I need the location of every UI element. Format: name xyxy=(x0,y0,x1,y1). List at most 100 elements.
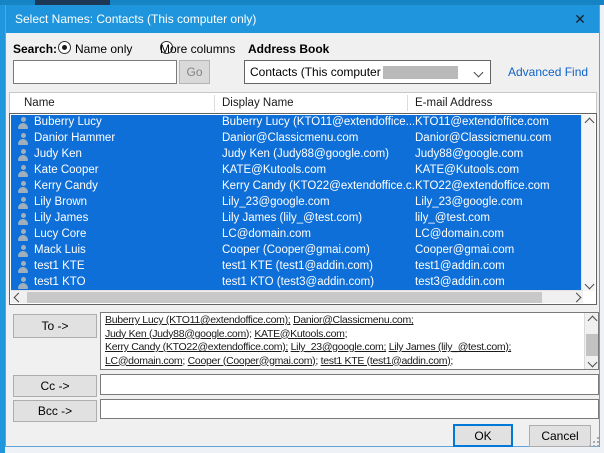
recipient-entry[interactable]: test1 KTE (test1@addin.com); xyxy=(321,355,453,367)
select-names-dialog: Select Names: Contacts (This computer on… xyxy=(5,5,600,447)
advanced-find-link[interactable]: Advanced Find xyxy=(508,65,588,79)
contact-name: Buberry Lucy xyxy=(34,116,220,128)
contact-row[interactable]: test1 KTOtest1 KTO (test3@addin.com)test… xyxy=(11,275,583,291)
contact-row[interactable]: Judy KenJudy Ken (Judy88@google.com)Judy… xyxy=(11,147,583,163)
recipient-entry[interactable]: Kerry Candy (KTO22@extendoffice.com); xyxy=(105,341,288,353)
to-line: Buberry Lucy (KTO11@extendoffice.com); D… xyxy=(105,314,581,328)
contact-display-name: test1 KTO (test3@addin.com) xyxy=(222,276,414,288)
scroll-left-icon[interactable] xyxy=(13,292,23,302)
redacted-text-block xyxy=(383,66,458,79)
list-header: Name Display Name E-mail Address xyxy=(9,92,597,113)
chevron-down-icon xyxy=(474,68,484,78)
go-button[interactable]: Go xyxy=(179,60,210,84)
column-header-name[interactable]: Name xyxy=(24,97,55,109)
horizontal-scroll-thumb[interactable] xyxy=(27,292,542,303)
recipient-entry[interactable]: Danior@Classicmenu.com; xyxy=(293,314,413,326)
bcc-input[interactable] xyxy=(100,399,599,419)
contact-row[interactable]: Buberry LucyBuberry Lucy (KTO11@extendof… xyxy=(11,115,583,131)
close-icon[interactable]: ✕ xyxy=(567,8,593,30)
contact-email: test1@addin.com xyxy=(415,260,581,272)
radio-name-only[interactable] xyxy=(58,41,71,54)
contact-email: KTO11@extendoffice.com xyxy=(415,116,581,128)
recipient-entry[interactable]: KATE@Kutools.com; xyxy=(254,328,347,340)
search-input[interactable] xyxy=(13,60,177,84)
cancel-button[interactable]: Cancel xyxy=(529,425,591,447)
to-recipients-box[interactable]: Buberry Lucy (KTO11@extendoffice.com); D… xyxy=(100,312,599,370)
recipient-entry[interactable]: LC@domain.com; xyxy=(105,355,185,367)
person-icon xyxy=(17,149,29,161)
contact-row[interactable]: Lily JamesLily James (lily_@test.com)lil… xyxy=(11,211,583,227)
scroll-down-icon[interactable] xyxy=(584,279,594,289)
contact-name: Lily James xyxy=(34,212,220,224)
bcc-button[interactable]: Bcc -> xyxy=(13,400,97,422)
contact-display-name: Buberry Lucy (KTO11@extendoffice.... xyxy=(222,116,414,128)
recipient-entry[interactable]: Cooper (Cooper@gmai.com); xyxy=(188,355,318,367)
recipient-entry[interactable]: Lily James (lily_@test.com); xyxy=(389,341,511,353)
contact-email: KATE@Kutools.com xyxy=(415,164,581,176)
contact-row[interactable]: Lily BrownLily_23@google.comLily_23@goog… xyxy=(11,195,583,211)
contact-row[interactable]: Lucy CoreLC@domain.comLC@domain.com xyxy=(11,227,583,243)
ok-button[interactable]: OK xyxy=(453,424,513,447)
contact-name: test1 KTO xyxy=(34,276,220,288)
to-button[interactable]: To -> xyxy=(13,314,97,338)
person-icon xyxy=(17,229,29,241)
contact-display-name: Danior@Classicmenu.com xyxy=(222,132,414,144)
person-icon xyxy=(17,133,29,145)
contact-email: LC@domain.com xyxy=(415,228,581,240)
list-horizontal-scrollbar[interactable] xyxy=(11,290,583,303)
contacts-list: Buberry LucyBuberry Lucy (KTO11@extendof… xyxy=(9,113,597,305)
column-separator[interactable] xyxy=(407,95,408,111)
to-line: LC@domain.com; Cooper (Cooper@gmai.com);… xyxy=(105,355,581,369)
to-line: Kerry Candy (KTO22@extendoffice.com); Li… xyxy=(105,341,581,355)
contact-row[interactable]: Kerry CandyKerry Candy (KTO22@extendoffi… xyxy=(11,179,583,195)
scroll-down-icon[interactable] xyxy=(587,357,597,367)
to-scroll-thumb[interactable] xyxy=(586,334,598,356)
column-separator[interactable] xyxy=(214,95,215,111)
person-icon xyxy=(17,197,29,209)
recipient-entry[interactable]: Buberry Lucy (KTO11@extendoffice.com); xyxy=(105,314,290,326)
cc-button[interactable]: Cc -> xyxy=(13,375,97,397)
title-bar: Select Names: Contacts (This computer on… xyxy=(6,5,599,33)
dialog-title: Select Names: Contacts (This computer on… xyxy=(15,12,256,26)
contact-display-name: LC@domain.com xyxy=(222,228,414,240)
contact-row[interactable]: Mack LuisCooper (Cooper@gmai.com)Cooper@… xyxy=(11,243,583,259)
recipient-entry[interactable]: Lily_23@google.com; xyxy=(291,341,386,353)
column-header-display-name[interactable]: Display Name xyxy=(222,97,294,109)
search-label: Search: xyxy=(13,42,57,56)
person-icon xyxy=(17,165,29,177)
contact-name: Kerry Candy xyxy=(34,180,220,192)
contact-name: Danior Hammer xyxy=(34,132,220,144)
contact-email: lily_@test.com xyxy=(415,212,581,224)
contact-row[interactable]: Danior HammerDanior@Classicmenu.comDanio… xyxy=(11,131,583,147)
contact-row[interactable]: test1 KTEtest1 KTE (test1@addin.com)test… xyxy=(11,259,583,275)
contact-name: Lily Brown xyxy=(34,196,220,208)
resize-grip[interactable] xyxy=(589,437,600,448)
column-header-email[interactable]: E-mail Address xyxy=(415,97,492,109)
person-icon xyxy=(17,245,29,257)
cc-input[interactable] xyxy=(100,374,599,395)
contact-name: Judy Ken xyxy=(34,148,220,160)
recipient-entry[interactable]: Judy Ken (Judy88@google.com); xyxy=(105,328,252,340)
contact-display-name: KATE@Kutools.com xyxy=(222,164,414,176)
contact-name: Mack Luis xyxy=(34,244,220,256)
contact-email: test3@addin.com xyxy=(415,276,581,288)
list-vertical-scrollbar[interactable] xyxy=(581,115,595,291)
address-book-dropdown[interactable]: Contacts (This computer only) - xyxy=(244,60,491,84)
contact-rows-container: Buberry LucyBuberry Lucy (KTO11@extendof… xyxy=(11,115,583,291)
contact-display-name: Lily James (lily_@test.com) xyxy=(222,212,414,224)
to-vertical-scrollbar[interactable] xyxy=(584,313,598,369)
contact-name: Kate Cooper xyxy=(34,164,220,176)
scroll-up-icon[interactable] xyxy=(587,315,597,325)
scroll-up-icon[interactable] xyxy=(584,117,594,127)
contact-email: Judy88@google.com xyxy=(415,148,581,160)
contact-row[interactable]: Kate CooperKATE@Kutools.comKATE@Kutools.… xyxy=(11,163,583,179)
contact-email: Cooper@gmai.com xyxy=(415,244,581,256)
person-icon xyxy=(17,277,29,289)
contact-email: Lily_23@google.com xyxy=(415,196,581,208)
person-icon xyxy=(17,181,29,193)
contact-name: Lucy Core xyxy=(34,228,220,240)
contact-display-name: Cooper (Cooper@gmai.com) xyxy=(222,244,414,256)
scroll-right-icon[interactable] xyxy=(571,292,581,302)
contact-name: test1 KTE xyxy=(34,260,220,272)
radio-name-only-label: Name only xyxy=(75,42,132,56)
